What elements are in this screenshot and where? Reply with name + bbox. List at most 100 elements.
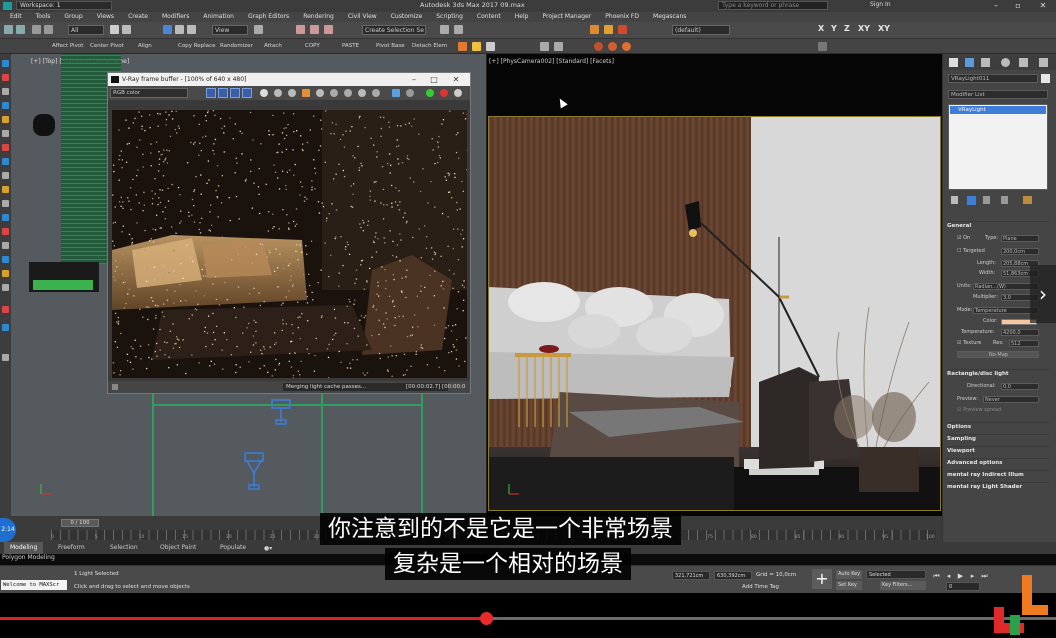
vfb-title-bar[interactable]: V-Ray frame buffer - [100% of 640 x 480]… <box>108 73 470 86</box>
strip-tool-icon[interactable] <box>2 88 9 95</box>
tab-selection[interactable]: Selection <box>104 542 144 554</box>
paste-button[interactable]: PASTE <box>342 42 359 51</box>
viewport-rollout[interactable]: Viewport <box>947 446 1049 455</box>
center-pivot-button[interactable]: Center Pivot <box>90 42 124 51</box>
no-map-button[interactable]: No Map <box>957 351 1039 358</box>
strip-tool-icon[interactable] <box>2 214 9 221</box>
general-rollout[interactable]: General <box>947 221 1049 230</box>
modifier-list-dropdown[interactable]: Modifier List <box>948 90 1048 99</box>
selection-set-dropdown[interactable]: Create Selection Se <box>362 25 426 35</box>
motion-tab-icon[interactable] <box>1001 58 1010 67</box>
mental-ray-shader-rollout[interactable]: mental ray Light Shader <box>947 482 1049 491</box>
mental-ray-indirect-rollout[interactable]: mental ray Indirect Illum <box>947 470 1049 479</box>
object-color-swatch[interactable] <box>1041 74 1050 83</box>
material-sphere-icon[interactable] <box>594 42 603 51</box>
maxscript-listener[interactable]: Welcome to MAXScr <box>1 580 67 590</box>
play-icon[interactable] <box>540 42 549 51</box>
stack-item-vraylight[interactable]: VRayLight <box>950 106 1046 114</box>
on-checkbox[interactable]: ☑ On <box>957 235 970 242</box>
strip-tool-icon[interactable] <box>2 116 9 123</box>
preview-dropdown[interactable]: Never <box>983 396 1039 403</box>
play-animation-icon[interactable]: ▶ <box>956 572 965 581</box>
stop-icon[interactable] <box>554 42 563 51</box>
percent-snap-icon[interactable] <box>324 25 333 34</box>
tab-freeform[interactable]: Freeform <box>52 542 91 554</box>
auto-key-button[interactable]: Auto Key <box>836 570 862 579</box>
options-rollout[interactable]: Options <box>947 422 1049 431</box>
sampling-rollout[interactable]: Sampling <box>947 434 1049 443</box>
preview-spread-checkbox[interactable]: ☑ Preview spread <box>957 407 1001 414</box>
axis-xy-2[interactable]: XY <box>878 24 890 33</box>
viewport-label[interactable]: [+] [PhysCamera002] [Standard] [Facets] <box>489 58 614 65</box>
strip-tool-icon[interactable] <box>2 228 9 235</box>
angle-snap-icon[interactable] <box>310 25 319 34</box>
green-channel-button[interactable] <box>218 88 228 98</box>
strip-tool-icon[interactable] <box>2 270 9 277</box>
strip-tool-icon[interactable] <box>2 144 9 151</box>
next-frame-icon[interactable]: ▸ <box>968 572 977 581</box>
unlink-icon[interactable] <box>44 25 53 34</box>
object-name-field[interactable]: VRayLight011 <box>948 74 1038 83</box>
mirror-icon[interactable] <box>440 25 449 34</box>
axis-xy[interactable]: XY <box>858 24 870 33</box>
video-scrubber[interactable] <box>479 612 493 625</box>
vfb-maximize-button[interactable]: □ <box>424 73 444 86</box>
select-object-icon[interactable] <box>110 25 119 34</box>
channel-dropdown[interactable]: RGB color <box>110 88 188 98</box>
configure-sets-icon[interactable] <box>1023 196 1032 204</box>
strip-tool-icon[interactable] <box>2 158 9 165</box>
strip-tool-icon[interactable] <box>2 74 9 81</box>
pixel-info-icon[interactable] <box>406 89 414 97</box>
type-dropdown[interactable]: Plane <box>1001 235 1039 242</box>
help-icon[interactable] <box>818 42 827 51</box>
add-time-tag[interactable]: Add Time Tag <box>742 584 779 590</box>
undo-icon[interactable] <box>4 25 13 34</box>
vray-camera-icon[interactable] <box>486 42 495 51</box>
attach-button[interactable]: Attach <box>264 42 282 51</box>
workspace-dropdown[interactable]: Workspace: 1 <box>16 1 112 10</box>
go-to-start-icon[interactable]: ⏮ <box>932 572 941 581</box>
copy-button[interactable]: COPY <box>305 42 320 51</box>
strip-tool-icon[interactable] <box>2 200 9 207</box>
color-correct-icon[interactable] <box>372 89 380 97</box>
vray-frame-buffer-window[interactable]: V-Ray frame buffer - [100% of 640 x 480]… <box>107 72 471 394</box>
show-end-result-icon[interactable] <box>967 196 976 205</box>
menu-edit[interactable]: Edit <box>10 12 22 22</box>
render-icon[interactable] <box>604 25 613 34</box>
redo-icon[interactable] <box>16 25 25 34</box>
rectangle-disc-rollout[interactable]: Rectangle/disc light <box>947 369 1049 378</box>
strip-tool-icon[interactable] <box>2 284 9 291</box>
strip-tool-icon[interactable] <box>2 324 9 331</box>
menu-rendering[interactable]: Rendering <box>303 12 334 22</box>
pin-stack-icon[interactable] <box>951 196 958 204</box>
hierarchy-tab-icon[interactable] <box>981 58 990 67</box>
go-to-end-icon[interactable]: ⏭ <box>980 572 989 581</box>
strip-tool-icon[interactable] <box>2 256 9 263</box>
menu-civil-view[interactable]: Civil View <box>348 12 377 22</box>
vray-tool-icon[interactable] <box>458 42 467 51</box>
menu-graph-editors[interactable]: Graph Editors <box>248 12 289 22</box>
menu-animation[interactable]: Animation <box>203 12 234 22</box>
prev-frame-icon[interactable]: ◂ <box>944 572 953 581</box>
render-setup-icon[interactable] <box>590 25 599 34</box>
menu-project-manager[interactable]: Project Manager <box>542 12 591 22</box>
clear-icon[interactable] <box>288 89 296 97</box>
menu-create[interactable]: Create <box>128 12 148 22</box>
align-button[interactable]: Align <box>138 42 152 51</box>
tab-modeling[interactable]: Modeling <box>4 542 44 554</box>
snap-icon[interactable] <box>296 25 305 34</box>
render-frame-icon[interactable] <box>618 25 627 34</box>
pivot-base-button[interactable]: Pivot Base <box>376 42 405 51</box>
camera-viewport[interactable]: [+] [PhysCamera002] [Standard] [Facets] <box>486 54 942 516</box>
y-coordinate-field[interactable]: 630,392cm <box>714 571 752 580</box>
layer-dropdown[interactable]: (default) <box>672 25 730 35</box>
sign-in-link[interactable]: Sign In <box>870 1 891 8</box>
lens-effects-icon[interactable] <box>358 89 366 97</box>
menu-group[interactable]: Group <box>64 12 82 22</box>
rotate-icon[interactable] <box>175 25 184 34</box>
save-image-icon[interactable] <box>260 89 268 97</box>
selection-filter-dropdown[interactable]: All <box>68 25 104 35</box>
material-sphere-2-icon[interactable] <box>608 42 617 51</box>
history-icon[interactable] <box>344 89 352 97</box>
app-logo-icon[interactable] <box>3 2 12 10</box>
